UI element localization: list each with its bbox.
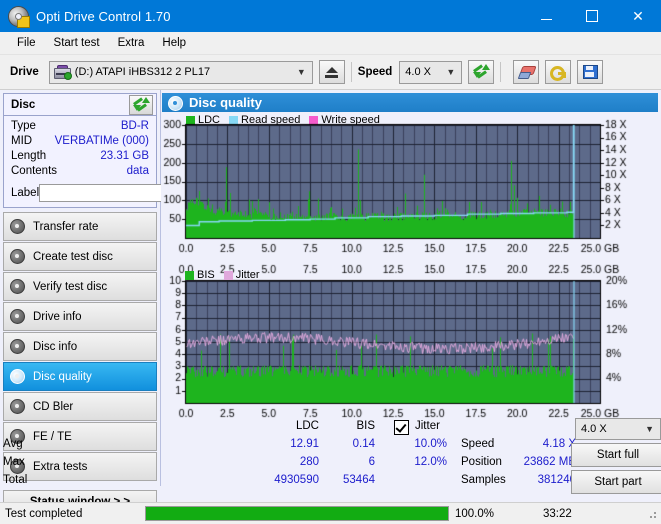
stats-row-total-key: Total bbox=[3, 474, 28, 486]
progress-percent: 100.0% bbox=[455, 507, 495, 520]
menu-bar: File Start test Extra Help bbox=[0, 32, 661, 55]
start-part-button[interactable]: Start part bbox=[571, 470, 661, 494]
stats-position-value: 23862 MB bbox=[523, 456, 576, 468]
progress-bar bbox=[145, 506, 449, 521]
drive-select[interactable]: (D:) ATAPI iHBS312 2 PL17 ▼ bbox=[48, 60, 313, 84]
legend-swatch bbox=[186, 115, 195, 125]
legend-item-write-speed: Write speed bbox=[309, 114, 380, 126]
test-speed-value: 4.0 X bbox=[581, 423, 607, 435]
stats-speed-key: Speed bbox=[461, 438, 495, 450]
jitter-max-value: 12.0% bbox=[414, 456, 447, 468]
maximize-button[interactable] bbox=[569, 0, 615, 32]
legend-label: Jitter bbox=[235, 269, 260, 281]
stats-row-max-bis: 6 bbox=[368, 456, 375, 468]
eject-icon bbox=[325, 66, 339, 78]
test-speed-select[interactable]: 4.0 X ▼ bbox=[575, 418, 661, 440]
window-controls: ✕ bbox=[523, 0, 661, 32]
legend-item-bis: BIS bbox=[185, 269, 215, 281]
sidebar-item-label: CD Bler bbox=[33, 400, 74, 413]
refresh-icon bbox=[133, 96, 150, 112]
legend-swatch bbox=[309, 115, 319, 125]
chevron-down-icon: ▼ bbox=[446, 67, 456, 77]
save-icon bbox=[582, 65, 598, 79]
legend-swatch bbox=[229, 115, 239, 125]
window-title: Opti Drive Control 1.70 bbox=[36, 8, 171, 24]
drive-select-value: (D:) ATAPI iHBS312 2 PL17 bbox=[74, 66, 211, 78]
chart1-legend: LDC Read speed Write speed bbox=[186, 113, 661, 127]
toolbar-divider-2 bbox=[500, 62, 502, 82]
legend-item-jitter: Jitter bbox=[223, 269, 260, 281]
status-message: Test completed bbox=[5, 507, 83, 520]
stats-row-total-ldc: 4930590 bbox=[274, 474, 319, 486]
settings-key-button[interactable] bbox=[545, 60, 572, 84]
jitter-avg-value: 10.0% bbox=[414, 438, 447, 450]
drive-label: Drive bbox=[10, 66, 39, 78]
stats-row-avg-bis: 0.14 bbox=[352, 438, 375, 450]
chevron-down-icon: ▼ bbox=[645, 424, 654, 434]
menu-start-test[interactable]: Start test bbox=[45, 35, 109, 51]
eraser-icon bbox=[517, 66, 537, 79]
page-title: Disc quality bbox=[189, 95, 262, 110]
jitter-checkbox[interactable] bbox=[394, 420, 409, 435]
disc-icon bbox=[167, 95, 183, 111]
drive-toolbar: Drive (D:) ATAPI iHBS312 2 PL17 ▼ Speed … bbox=[0, 55, 661, 90]
drive-icon bbox=[53, 65, 72, 80]
speed-label: Speed bbox=[357, 66, 393, 78]
stats-samples-value: 381240 bbox=[537, 474, 576, 486]
eject-button[interactable] bbox=[318, 60, 345, 84]
app-window: Opti Drive Control 1.70 ✕ File Start tes… bbox=[0, 0, 661, 524]
legend-item-read-speed: Read speed bbox=[229, 114, 300, 126]
legend-label: Write speed bbox=[321, 114, 380, 126]
stats-col-bis: BIS bbox=[356, 420, 375, 432]
stats-row-max-ldc: 280 bbox=[299, 456, 319, 468]
legend-swatch bbox=[223, 270, 233, 280]
legend-label: BIS bbox=[197, 269, 215, 281]
stats-col-ldc: LDC bbox=[295, 420, 319, 432]
toolbar-divider-1 bbox=[350, 62, 352, 82]
chart2-legend: BIS Jitter bbox=[185, 268, 265, 282]
legend-item-ldc: LDC bbox=[186, 114, 220, 126]
resize-grip-icon[interactable] bbox=[646, 508, 658, 520]
disc-refresh-button[interactable] bbox=[129, 94, 153, 115]
disc-panel-header: Disc bbox=[4, 94, 156, 116]
stats-row-avg-key: Avg bbox=[3, 438, 23, 450]
speed-select[interactable]: 4.0 X ▼ bbox=[399, 60, 463, 84]
close-button[interactable]: ✕ bbox=[615, 0, 661, 32]
refresh-icon bbox=[473, 64, 491, 79]
key-icon bbox=[550, 65, 567, 81]
refresh-button[interactable] bbox=[468, 60, 495, 84]
elapsed-time: 33:22 bbox=[543, 507, 572, 520]
speed-select-value: 4.0 X bbox=[405, 66, 431, 78]
app-disc-icon bbox=[7, 5, 30, 28]
save-button[interactable] bbox=[577, 60, 604, 84]
sidebar-item-cd-bler[interactable]: CD Bler bbox=[3, 392, 157, 421]
chevron-down-icon: ▼ bbox=[296, 67, 306, 77]
stats-speed-value: 4.18 X bbox=[542, 438, 576, 450]
erase-button[interactable] bbox=[513, 60, 540, 84]
stats-row-max-key: Max bbox=[3, 456, 25, 468]
progress-bar-fill bbox=[146, 507, 448, 520]
legend-label: LDC bbox=[198, 114, 221, 126]
legend-label: Read speed bbox=[241, 114, 301, 126]
menu-extra[interactable]: Extra bbox=[109, 35, 154, 51]
disc-quality-header: Disc quality bbox=[162, 93, 658, 112]
start-full-button[interactable]: Start full bbox=[571, 443, 661, 467]
stats-row-avg-ldc: 12.91 bbox=[290, 438, 319, 450]
disc-panel-title: Disc bbox=[11, 98, 36, 111]
stats-row-total-bis: 53464 bbox=[343, 474, 375, 486]
chart1-canvas bbox=[1, 126, 656, 396]
stats-panel: LDC BIS Avg 12.91 0.14 Max 280 6 Total 4… bbox=[1, 418, 661, 494]
menu-file[interactable]: File bbox=[8, 35, 45, 51]
status-bar: Test completed 100.0% 33:22 bbox=[0, 502, 661, 524]
title-bar: Opti Drive Control 1.70 ✕ bbox=[0, 0, 661, 32]
minimize-button[interactable] bbox=[523, 0, 569, 32]
disc-icon bbox=[9, 399, 26, 414]
menu-help[interactable]: Help bbox=[153, 35, 195, 51]
jitter-label: Jitter bbox=[415, 420, 440, 432]
legend-swatch bbox=[185, 270, 194, 280]
